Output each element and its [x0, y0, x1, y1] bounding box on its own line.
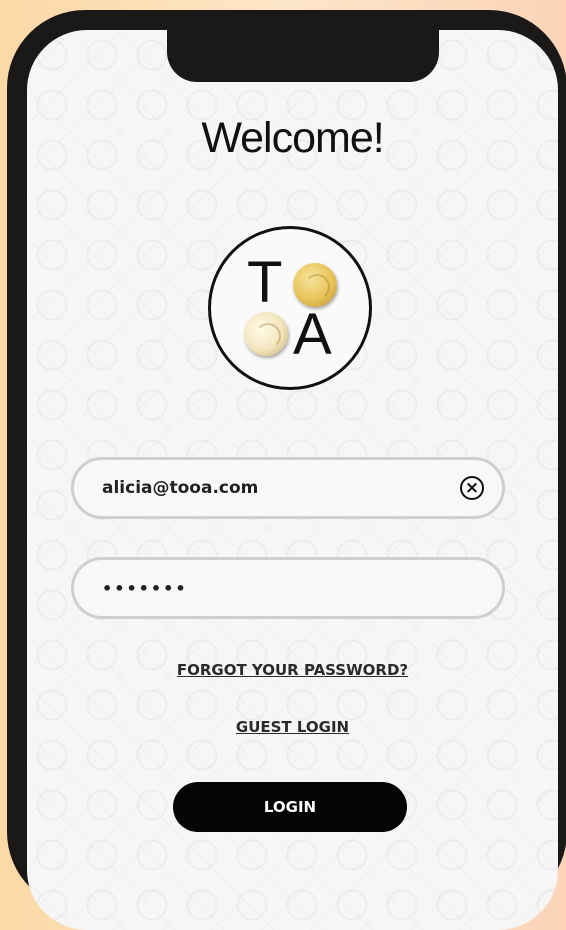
email-field[interactable]: × [71, 457, 505, 519]
app-logo: T A [208, 226, 372, 390]
clear-icon[interactable]: × [460, 476, 484, 500]
guest-login-link[interactable]: GUEST LOGIN [27, 718, 558, 736]
login-button[interactable]: LOGIN [173, 782, 407, 832]
phone-frame: Welcome! T A × FORGOT YOUR PASSWORD? GUE… [7, 10, 566, 930]
logo-letter-a: A [293, 302, 332, 367]
cream-cookie-icon [244, 312, 288, 356]
logo-letter-t: T [247, 250, 283, 315]
password-input[interactable] [102, 560, 442, 616]
forgot-password-link[interactable]: FORGOT YOUR PASSWORD? [27, 661, 558, 679]
gold-cookie-icon [293, 263, 337, 307]
app-screen: Welcome! T A × FORGOT YOUR PASSWORD? GUE… [27, 30, 558, 930]
email-input[interactable] [102, 460, 442, 516]
password-field[interactable] [71, 557, 505, 619]
phone-notch [167, 30, 439, 82]
welcome-title: Welcome! [201, 114, 384, 162]
